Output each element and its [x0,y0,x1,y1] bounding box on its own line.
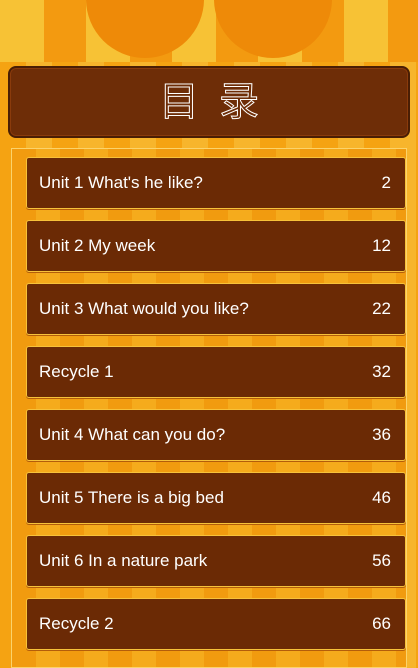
toc-item-page: 12 [372,236,391,255]
toc-item-label: Recycle 2 [39,614,114,633]
toc-item-page: 56 [372,551,391,570]
awning-scallop [86,0,204,58]
toc-item-label: Recycle 1 [39,362,114,381]
toc-item-label: Unit 1 What's he like? [39,173,203,192]
toc-item-unit-5[interactable]: Unit 5 There is a big bed 46 [26,472,406,524]
contents-title-char: 录 [219,79,260,125]
top-awning [0,0,418,62]
toc-item-page: 66 [372,614,391,633]
toc-item-label: Unit 2 My week [39,236,156,255]
toc-item-label: Unit 6 In a nature park [39,551,208,570]
toc-item-page: 46 [372,488,391,507]
contents-list: Unit 1 What's he like? 2 Unit 2 My week … [11,148,407,668]
toc-item-unit-4[interactable]: Unit 4 What can you do? 36 [26,409,406,461]
toc-item-label: Unit 5 There is a big bed [39,488,224,507]
toc-item-unit-1[interactable]: Unit 1 What's he like? 2 [26,157,406,209]
toc-item-unit-2[interactable]: Unit 2 My week 12 [26,220,406,272]
toc-item-label: Unit 3 What would you like? [39,299,249,318]
toc-item-page: 36 [372,425,391,444]
toc-item-unit-6[interactable]: Unit 6 In a nature park 56 [26,535,406,587]
toc-item-page: 22 [372,299,391,318]
toc-item-page: 32 [372,362,391,381]
toc-item-unit-3[interactable]: Unit 3 What would you like? 22 [26,283,406,335]
awning-scallop [214,0,332,58]
toc-item-label: Unit 4 What can you do? [39,425,226,444]
toc-item-recycle-1[interactable]: Recycle 1 32 [26,346,406,398]
contents-title-char: 目 [159,79,200,125]
toc-item-page: 2 [381,173,391,192]
toc-item-recycle-2[interactable]: Recycle 2 66 [26,598,406,650]
contents-header: 目 录 [8,66,410,138]
